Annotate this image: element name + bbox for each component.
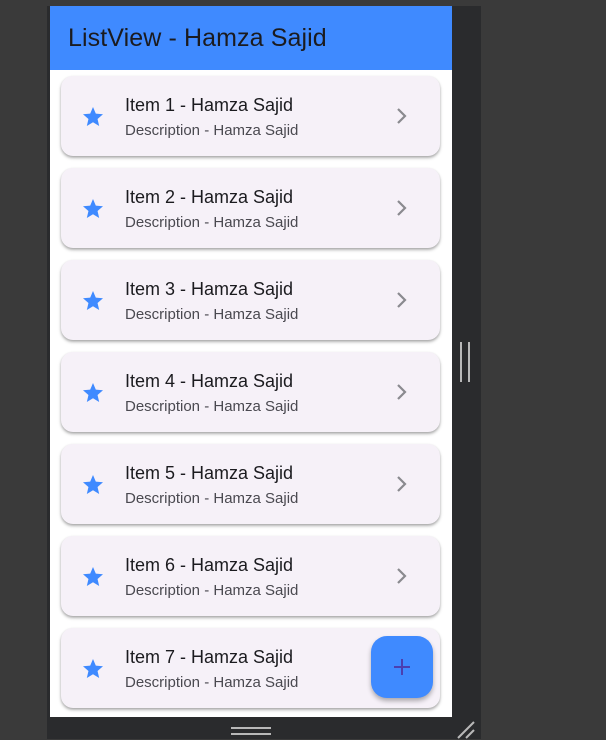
list-item-description: Description - Hamza Sajid [125, 306, 299, 323]
list-item-description: Description - Hamza Sajid [125, 490, 299, 507]
star-icon [83, 659, 103, 678]
list-item[interactable]: Item 6 - Hamza Sajid Description - Hamza… [61, 536, 440, 616]
chevron-right-icon [397, 568, 407, 584]
chevron-right-icon [397, 384, 407, 400]
list-item-description: Description - Hamza Sajid [125, 398, 299, 415]
list-view[interactable]: Item 1 - Hamza Sajid Description - Hamza… [50, 70, 452, 717]
list-item-title: Item 3 - Hamza Sajid [125, 279, 294, 299]
star-icon [83, 199, 103, 218]
list-item-title: Item 6 - Hamza Sajid [125, 555, 294, 575]
app-bar: ListView - Hamza Sajid [50, 6, 452, 70]
list-item[interactable]: Item 1 - Hamza Sajid Description - Hamza… [61, 76, 440, 156]
list-item-description: Description - Hamza Sajid [125, 674, 299, 691]
list-item-title: Item 7 - Hamza Sajid [125, 647, 294, 667]
phone-screen: ListView - Hamza Sajid Item 1 - Hamza Sa… [50, 6, 452, 717]
list-item-description: Description - Hamza Sajid [125, 582, 299, 599]
list-item[interactable]: Item 4 - Hamza Sajid Description - Hamza… [61, 352, 440, 432]
list-item[interactable]: Item 3 - Hamza Sajid Description - Hamza… [61, 260, 440, 340]
list-item-description: Description - Hamza Sajid [125, 122, 299, 139]
star-icon [83, 291, 103, 310]
list-item-description: Description - Hamza Sajid [125, 214, 299, 231]
list-item-title: Item 1 - Hamza Sajid [125, 95, 294, 115]
bottom-resize-handle[interactable] [231, 727, 271, 735]
chevron-right-icon [397, 476, 407, 492]
star-icon [83, 567, 103, 586]
plus-icon [394, 659, 410, 675]
corner-resize-grip-icon[interactable] [454, 718, 476, 740]
side-resize-handle[interactable] [460, 342, 470, 382]
list-item[interactable]: Item 5 - Hamza Sajid Description - Hamza… [61, 444, 440, 524]
star-icon [83, 475, 103, 494]
star-icon [83, 107, 103, 126]
app-bar-title: ListView - Hamza Sajid [68, 23, 327, 52]
add-fab-button[interactable] [371, 636, 433, 698]
chevron-right-icon [397, 200, 407, 216]
chevron-right-icon [397, 108, 407, 124]
list-item-title: Item 4 - Hamza Sajid [125, 371, 294, 391]
list-item[interactable]: Item 2 - Hamza Sajid Description - Hamza… [61, 168, 440, 248]
list-item-title: Item 5 - Hamza Sajid [125, 463, 294, 483]
list-item-title: Item 2 - Hamza Sajid [125, 187, 294, 207]
chevron-right-icon [397, 292, 407, 308]
star-icon [83, 383, 103, 402]
